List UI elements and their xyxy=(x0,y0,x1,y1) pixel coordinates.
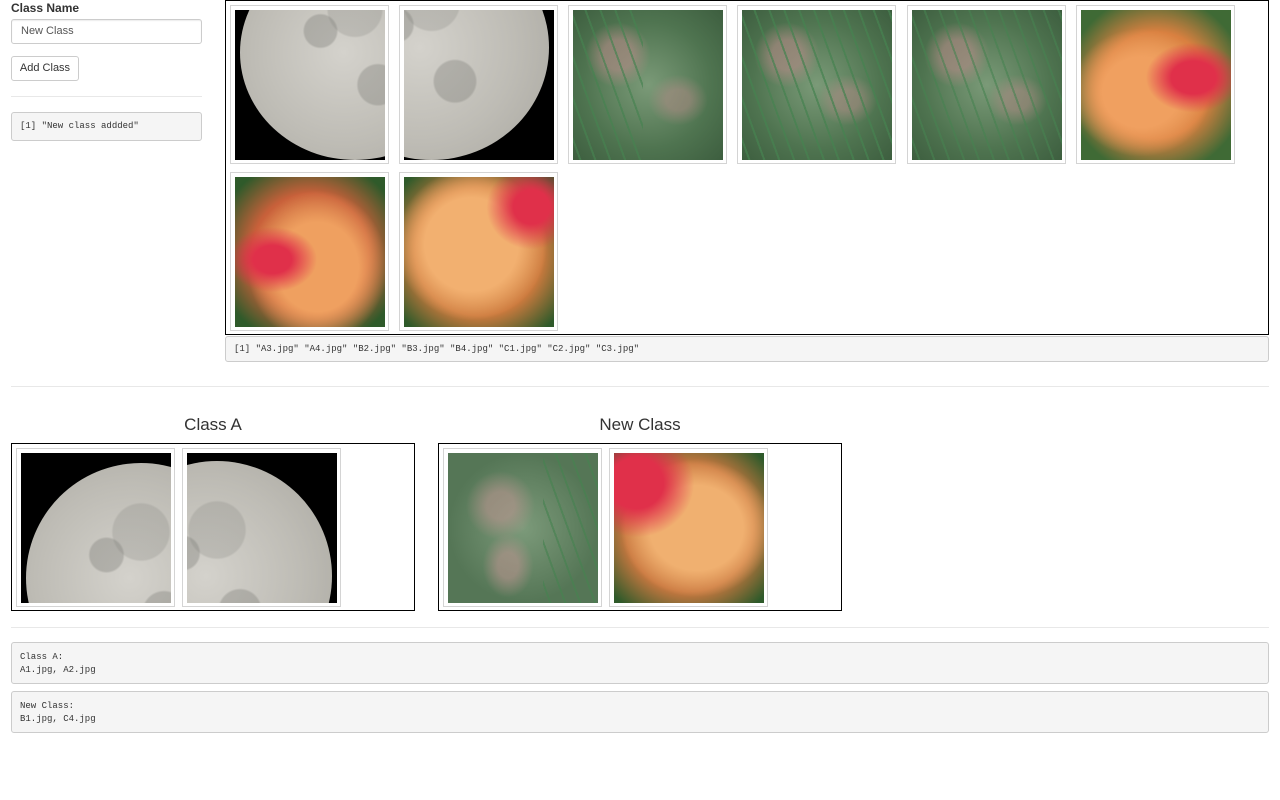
image-thumb-c4[interactable] xyxy=(609,448,768,607)
class-a-title: Class A xyxy=(184,415,242,434)
new-class-summary: New Class: B1.jpg, C4.jpg xyxy=(11,691,1269,733)
image-thumb-b4[interactable] xyxy=(907,5,1066,164)
moon-image xyxy=(21,453,171,603)
image-thumb-a1[interactable] xyxy=(16,448,175,607)
image-thumb-a3[interactable] xyxy=(230,5,389,164)
pine-image xyxy=(912,10,1062,160)
class-a-dropzone[interactable] xyxy=(11,443,415,611)
pine-image xyxy=(742,10,892,160)
section-divider xyxy=(11,627,1269,628)
class-name-input[interactable]: New Class xyxy=(11,19,202,44)
image-thumb-b1[interactable] xyxy=(443,448,602,607)
class-a-summary: Class A: A1.jpg, A2.jpg xyxy=(11,642,1269,684)
image-thumb-b2[interactable] xyxy=(568,5,727,164)
image-thumb-c2[interactable] xyxy=(230,172,389,331)
image-thumb-a4[interactable] xyxy=(399,5,558,164)
moon-image xyxy=(235,10,385,160)
class-name-label: Class Name xyxy=(11,1,80,15)
new-class-title: New Class xyxy=(599,415,681,434)
moon-image xyxy=(187,453,337,603)
image-thumb-a2[interactable] xyxy=(182,448,341,607)
sidebar-divider xyxy=(11,96,202,97)
hibiscus-image xyxy=(1081,10,1231,160)
image-pool[interactable] xyxy=(225,0,1269,335)
moon-image xyxy=(404,10,554,160)
hibiscus-image xyxy=(235,177,385,327)
hibiscus-image xyxy=(404,177,554,327)
hibiscus-image xyxy=(614,453,764,603)
pine-image xyxy=(573,10,723,160)
new-class-dropzone[interactable] xyxy=(438,443,842,611)
add-class-log: [1] "New class addded" xyxy=(11,112,202,141)
pine-image xyxy=(448,453,598,603)
add-class-button[interactable]: Add Class xyxy=(11,56,79,81)
image-thumb-c1[interactable] xyxy=(1076,5,1235,164)
section-divider xyxy=(11,386,1269,387)
image-thumb-c3[interactable] xyxy=(399,172,558,331)
pool-output: [1] "A3.jpg" "A4.jpg" "B2.jpg" "B3.jpg" … xyxy=(225,336,1269,362)
image-thumb-b3[interactable] xyxy=(737,5,896,164)
